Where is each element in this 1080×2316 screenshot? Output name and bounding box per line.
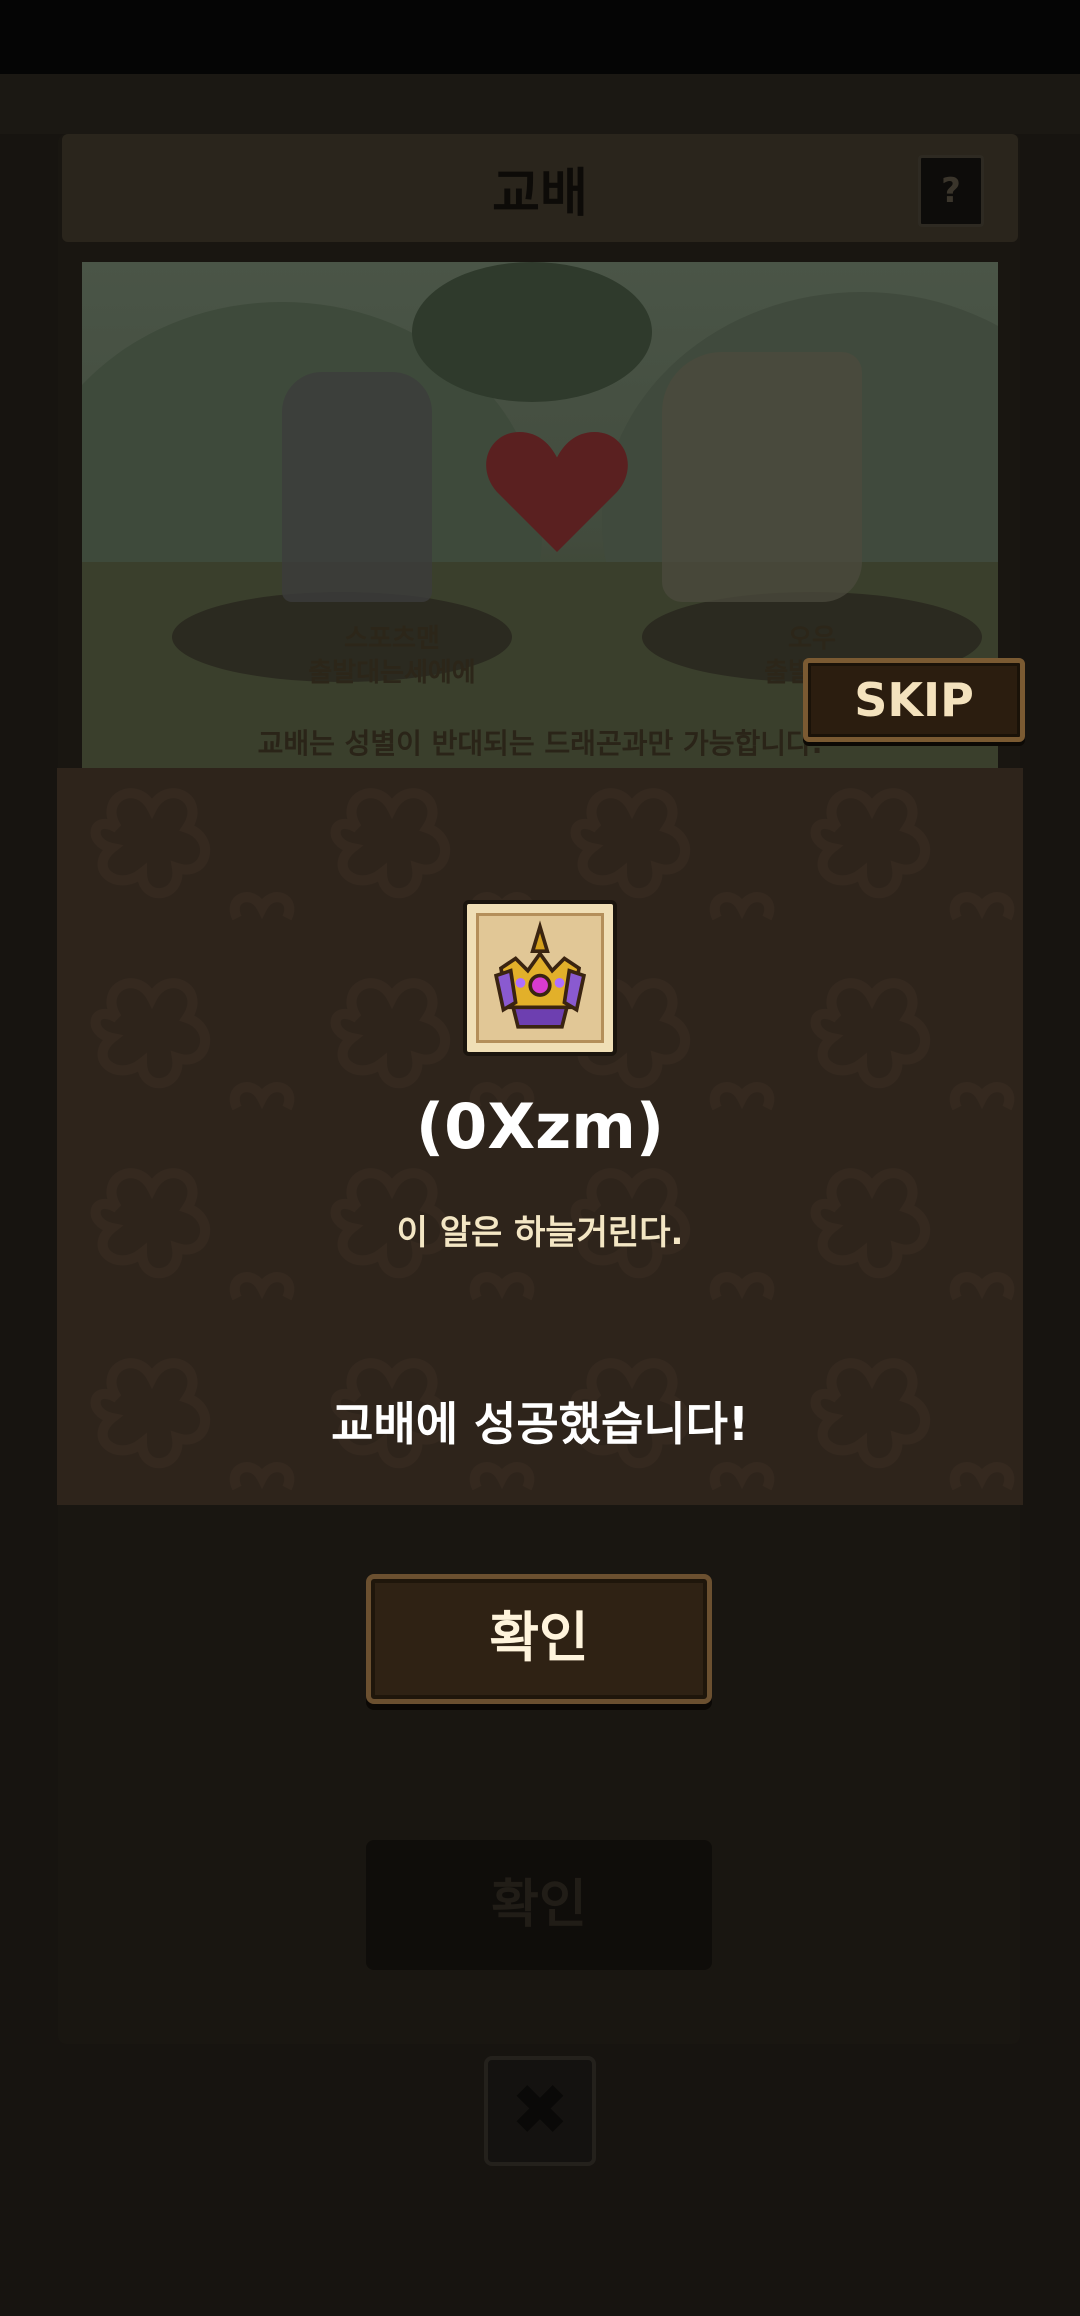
scene-tree [412, 262, 652, 402]
item-name: (0Xzm) [415, 1090, 665, 1163]
right-dragon-sprite [662, 352, 862, 602]
left-dragon-sprite [282, 372, 432, 602]
success-message: 교배에 성공했습니다! [331, 1397, 749, 1451]
heart-icon [482, 422, 632, 562]
modal-confirm-button[interactable]: 확인 [366, 1840, 712, 1970]
close-icon[interactable]: ✖ [484, 2056, 596, 2166]
egg-crown-icon [463, 900, 617, 1056]
item-description: 이 알은 하늘거린다. [396, 1213, 684, 1253]
confirm-button-label: 확인 [489, 1606, 589, 1669]
skip-button-label: SKIP [854, 673, 974, 727]
right-dragon-name: 오우 [788, 624, 836, 654]
skip-button[interactable]: SKIP [803, 658, 1025, 742]
left-dragon-name: 스포츠맨 [344, 624, 440, 654]
dim-overlay-top [0, 74, 1080, 134]
confirm-button[interactable]: 확인 [366, 1574, 712, 1704]
help-button[interactable]: ? [918, 155, 984, 227]
modal-confirm-button-label: 확인 [491, 1875, 587, 1935]
status-bar [0, 0, 1080, 74]
left-dragon-role: 출발대는세에에 [308, 658, 476, 688]
